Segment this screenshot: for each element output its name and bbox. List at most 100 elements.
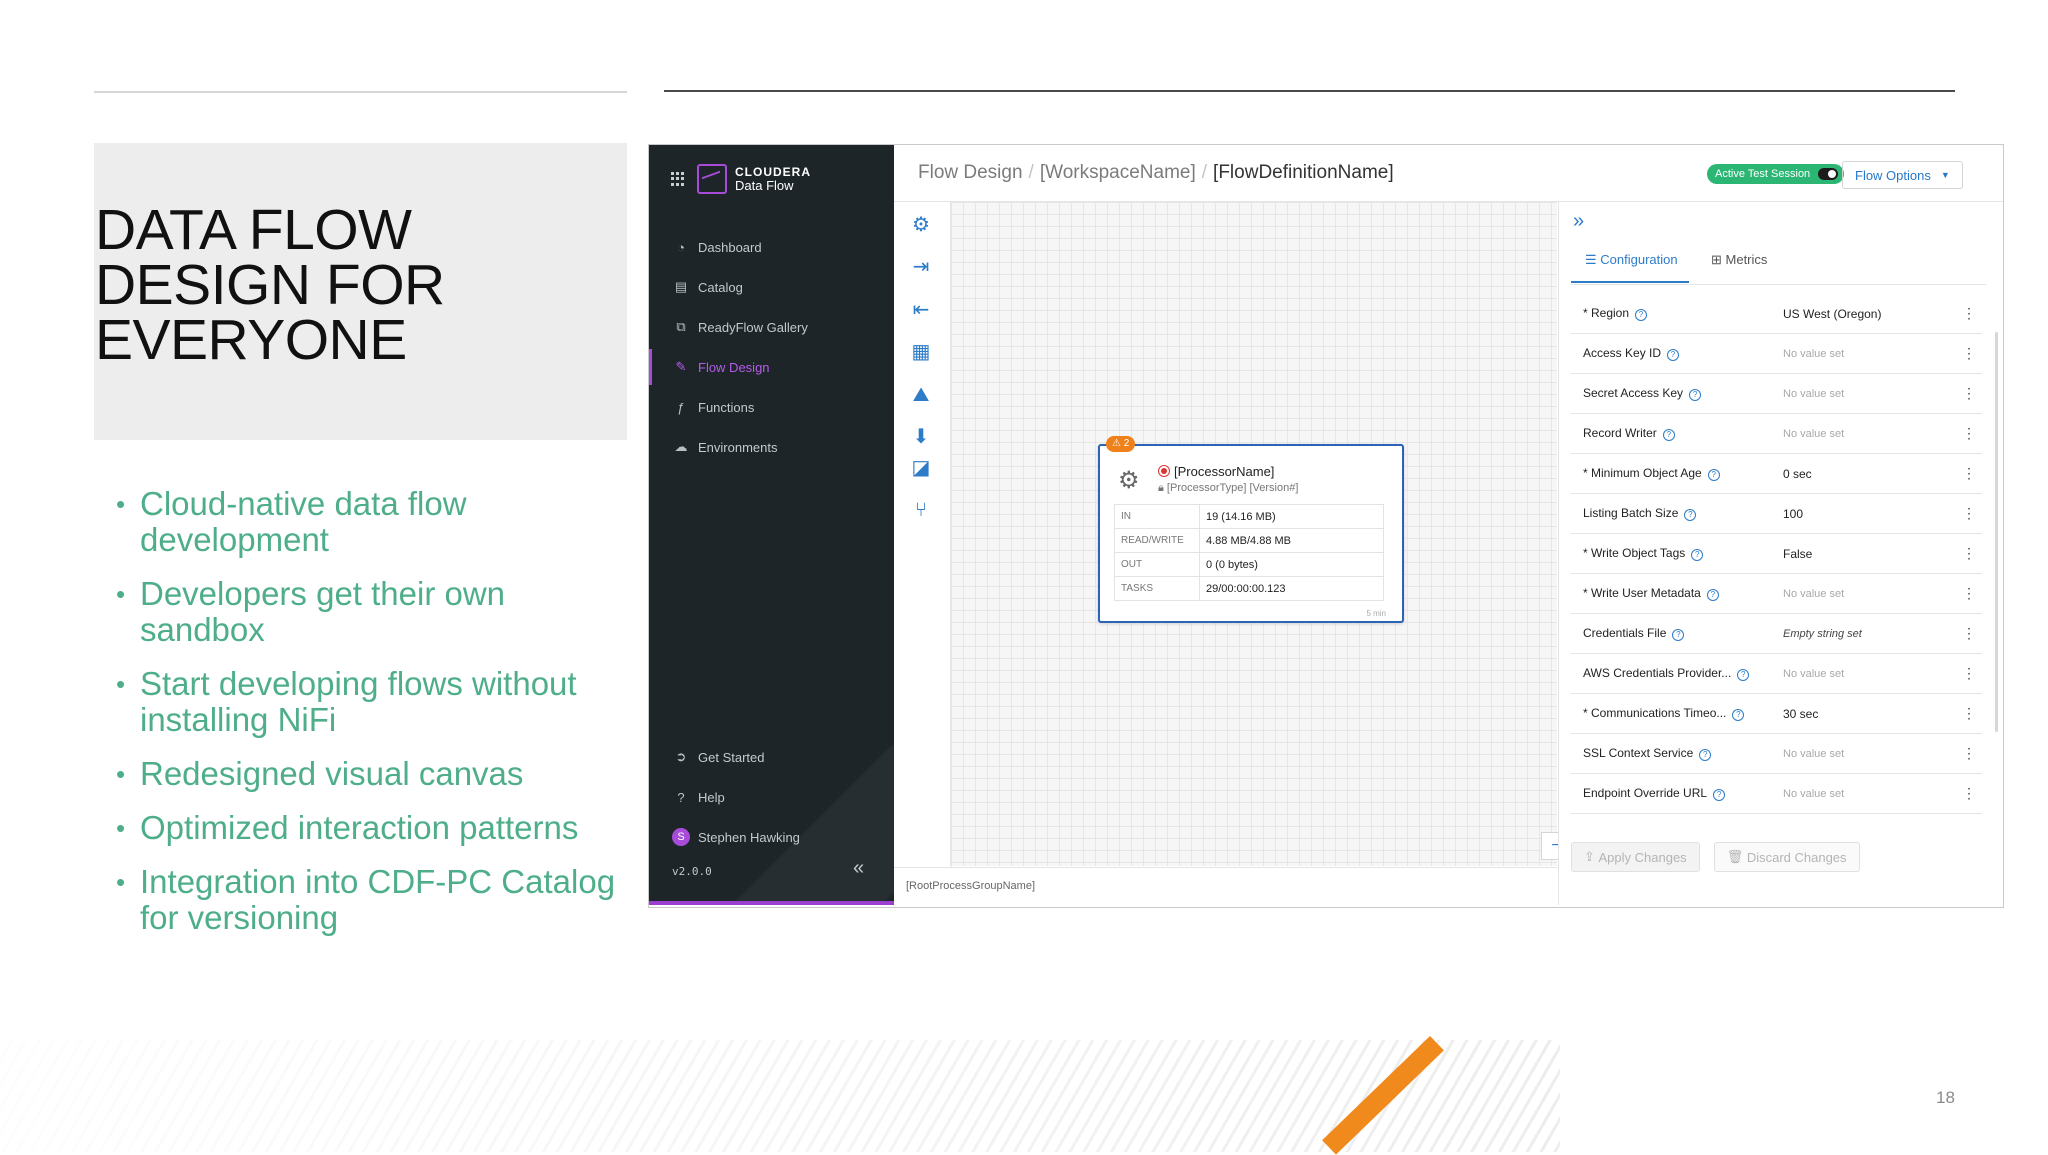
table-row: TASKS 29/00:00:00.123: [1114, 576, 1384, 601]
readyflow-icon: ⧉: [676, 319, 686, 334]
brand: CLOUDERA Data Flow: [671, 159, 811, 199]
sidebar-item-readyflow-gallery[interactable]: ⧉ ReadyFlow Gallery: [649, 309, 894, 345]
collapse-sidebar-icon[interactable]: «: [853, 857, 864, 880]
bullet-item: Integration into CDF-PC Catalog for vers…: [116, 864, 636, 936]
tab-configuration[interactable]: ☰ Configuration: [1571, 242, 1689, 283]
sidebar: CLOUDERA Data Flow ◔ Dashboard ▤ Catalog…: [649, 145, 894, 905]
template-tool-icon[interactable]: ⑂: [908, 497, 934, 523]
property-row-communications-timeout[interactable]: * Communications Timeo...? 30 sec ⋮: [1571, 694, 1982, 734]
breadcrumb-flow-definition: [FlowDefinitionName]: [1213, 162, 1394, 183]
help-icon: ?: [1662, 429, 1675, 441]
user-name: Stephen Hawking: [698, 829, 800, 845]
help-icon: ?: [1667, 349, 1680, 361]
property-value: 30 sec: [1783, 706, 1819, 721]
component-toolbox: ⚙ ⇥ ⇤ ▦ ⛰ ⬇ ◪ ⑂: [894, 202, 951, 905]
processor-type: 🔒︎ [ProcessorType] [Version#]: [1158, 482, 1299, 494]
property-value: No value set: [1783, 787, 1845, 800]
processor-node[interactable]: ⚠ 2 ⚙ [ProcessorName] 🔒︎ [ProcessorType]…: [1098, 436, 1404, 623]
kebab-menu-icon[interactable]: ⋮: [1959, 585, 1979, 602]
label-tool-icon[interactable]: ◪: [908, 455, 934, 481]
sidebar-item-help[interactable]: ? Help: [649, 779, 894, 815]
property-value: No value set: [1783, 587, 1845, 600]
brand-name: CLOUDERA: [735, 165, 811, 179]
help-icon: ?: [1706, 589, 1719, 601]
bullet-item: Cloud-native data flow development: [116, 486, 636, 558]
processor-tool-icon[interactable]: ⚙: [908, 212, 934, 238]
property-value: No value set: [1783, 667, 1845, 680]
kebab-menu-icon[interactable]: ⋮: [1959, 465, 1979, 482]
property-value: Empty string set: [1783, 627, 1862, 640]
toggle-switch-icon: [1818, 168, 1839, 180]
apply-changes-button[interactable]: ⇪ Apply Changes: [1571, 842, 1700, 872]
property-row-credentials-file[interactable]: Credentials File? Empty string set ⋮: [1571, 614, 1982, 654]
kebab-menu-icon[interactable]: ⋮: [1959, 505, 1979, 522]
breadcrumb-workspace[interactable]: [WorkspaceName]: [1040, 162, 1196, 183]
discard-changes-button[interactable]: 🗑︎ Discard Changes: [1713, 842, 1860, 872]
topbar: Flow Design / [WorkspaceName] / [FlowDefinit…: [894, 145, 2003, 202]
kebab-menu-icon[interactable]: ⋮: [1959, 705, 1979, 722]
sidebar-item-catalog[interactable]: ▤ Catalog: [649, 269, 894, 305]
trash-icon: 🗑︎: [1726, 849, 1747, 864]
warning-badge[interactable]: ⚠ 2: [1106, 436, 1136, 452]
input-port-tool-icon[interactable]: ⇥: [908, 254, 934, 280]
property-value: 0 sec: [1783, 466, 1812, 481]
funnel-tool-icon[interactable]: ⬇: [908, 424, 934, 450]
product-name: Data Flow: [735, 178, 794, 193]
kebab-menu-icon[interactable]: ⋮: [1959, 305, 1979, 322]
function-icon: ƒ: [677, 399, 685, 415]
breadcrumb-flow-design[interactable]: Flow Design: [918, 162, 1023, 183]
flow-options-button[interactable]: Flow Options ▼: [1842, 161, 1963, 189]
kebab-menu-icon[interactable]: ⋮: [1959, 745, 1979, 762]
kebab-menu-icon[interactable]: ⋮: [1959, 385, 1979, 402]
help-icon: ?: [1635, 309, 1648, 321]
kebab-menu-icon[interactable]: ⋮: [1959, 425, 1979, 442]
tab-metrics[interactable]: ⊞ Metrics: [1711, 242, 1811, 283]
help-icon: ?: [1699, 749, 1712, 761]
property-row-secret-access-key[interactable]: Secret Access Key? No value set ⋮: [1571, 374, 1982, 414]
bullet-item: Optimized interaction patterns: [116, 810, 636, 847]
output-port-tool-icon[interactable]: ⇤: [908, 297, 934, 323]
header-rule-right: [664, 90, 1955, 92]
chart-icon: ⊞: [1711, 252, 1726, 267]
sidebar-item-get-started[interactable]: ➲ Get Started: [649, 739, 894, 775]
help-icon: ?: [1713, 789, 1726, 801]
property-row-access-key-id[interactable]: Access Key ID? No value set ⋮: [1571, 334, 1982, 374]
kebab-menu-icon[interactable]: ⋮: [1959, 545, 1979, 562]
kebab-menu-icon[interactable]: ⋮: [1959, 785, 1979, 802]
sidebar-item-functions[interactable]: ƒ Functions: [649, 389, 894, 425]
flow-options-label: Flow Options: [1855, 167, 1931, 183]
help-icon: ?: [1737, 669, 1750, 681]
property-row-write-object-tags[interactable]: * Write Object Tags? False ⋮: [1571, 534, 1982, 574]
property-row-ssl-context-service[interactable]: SSL Context Service? No value set ⋮: [1571, 734, 1982, 774]
processor-stats: IN 19 (14.16 MB) READ/WRITE 4.88 MB/4.88 M…: [1114, 504, 1384, 601]
kebab-menu-icon[interactable]: ⋮: [1959, 625, 1979, 642]
expand-panel-icon[interactable]: »: [1573, 210, 1584, 233]
property-row-write-user-metadata[interactable]: * Write User Metadata? No value set ⋮: [1571, 574, 1982, 614]
sidebar-item-label: Dashboard: [698, 239, 762, 255]
property-row-aws-credentials-provider[interactable]: AWS Credentials Provider...? No value se…: [1571, 654, 1982, 694]
configuration-panel: » ☰ Configuration ⊞ Metrics * Region? US…: [1558, 202, 2003, 905]
root-process-group-name[interactable]: [RootProcessGroupName]: [906, 880, 1035, 892]
panel-scrollbar[interactable]: [1995, 332, 1998, 732]
sidebar-item-environments[interactable]: ☁ Environments: [649, 429, 894, 465]
kebab-menu-icon[interactable]: ⋮: [1959, 665, 1979, 682]
process-group-tool-icon[interactable]: ▦: [908, 339, 934, 365]
sidebar-item-dashboard[interactable]: ◔ Dashboard: [649, 229, 894, 265]
property-row-listing-batch-size[interactable]: Listing Batch Size? 100 ⋮: [1571, 494, 1982, 534]
help-icon: ?: [1684, 509, 1697, 521]
help-icon: ?: [1691, 549, 1704, 561]
stats-interval: 5 min: [1366, 609, 1386, 618]
property-row-region[interactable]: * Region? US West (Oregon) ⋮: [1571, 294, 1982, 334]
remote-group-tool-icon[interactable]: ⛰: [908, 382, 934, 408]
sidebar-item-flow-design[interactable]: ✎ Flow Design: [649, 349, 894, 385]
breadcrumb: Flow Design / [WorkspaceName] / [FlowDefinit…: [918, 162, 1394, 183]
active-test-session-toggle[interactable]: Active Test Session: [1707, 164, 1845, 184]
property-row-minimum-object-age[interactable]: * Minimum Object Age? 0 sec ⋮: [1571, 454, 1982, 494]
property-row-endpoint-override-url[interactable]: Endpoint Override URL? No value set ⋮: [1571, 774, 1982, 814]
property-row-record-writer[interactable]: Record Writer? No value set ⋮: [1571, 414, 1982, 454]
sidebar-item-user[interactable]: S Stephen Hawking: [649, 819, 894, 855]
processor-icon: ⚙: [1118, 467, 1140, 494]
sidebar-item-label: Flow Design: [698, 359, 770, 375]
kebab-menu-icon[interactable]: ⋮: [1959, 345, 1979, 362]
app-grid-icon[interactable]: [671, 172, 685, 186]
